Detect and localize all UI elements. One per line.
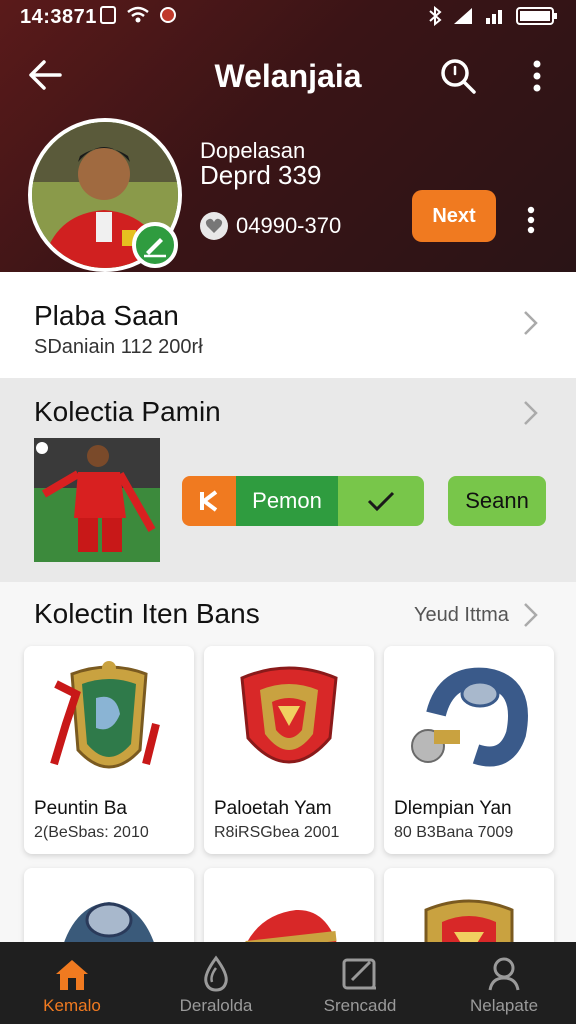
edit-avatar-button[interactable]: [132, 222, 178, 268]
profile-stat: 04990-370: [200, 212, 341, 240]
nav-label: Nelapate: [469, 996, 539, 1015]
section-plaba-saan[interactable]: Plaba Saan SDaniain 112 200rł: [0, 272, 576, 378]
record-icon: [160, 7, 176, 23]
nav-label: Srencadd: [323, 996, 397, 1015]
player-action-image[interactable]: [34, 438, 160, 562]
shield-dragon-icon: [50, 661, 160, 769]
k-arrow-icon: [200, 490, 218, 512]
signal-icon-2: [486, 10, 502, 24]
wifi-icon: [127, 6, 149, 23]
profile-subtitle: Deprd 339: [200, 160, 322, 190]
status-right-icons: [428, 6, 558, 26]
edit-icon: [342, 958, 376, 990]
profile-more-button[interactable]: [516, 200, 546, 240]
profile-header: 14:3871 Welanjaia Dopelasan Deprd 339 04…: [0, 0, 576, 272]
profile-icon: [488, 957, 520, 991]
notification-icon: [100, 6, 116, 24]
item-subtitle: 2(BeSbas: 2010: [34, 824, 149, 841]
nav-label: Kemalo: [43, 996, 101, 1015]
section-kolectin-iten-bans: Kolectin Iten Bans Yeud Ittma Peuntin Ba…: [0, 582, 576, 958]
drop-icon: [204, 955, 228, 992]
item-card[interactable]: Peuntin Ba 2(BeSbas: 2010: [24, 646, 194, 854]
toggle-label: Pemon: [236, 476, 338, 526]
chevron-right-icon[interactable]: [518, 398, 542, 428]
item-subtitle: R8iRSGbea 2001: [214, 824, 340, 841]
section-subtitle: SDaniain 112 200rł: [34, 336, 203, 358]
edit-icon: [144, 238, 166, 258]
bottom-navigation: Kemalo Deralolda Srencadd Nelapate: [0, 942, 576, 1024]
more-options-button[interactable]: [522, 56, 552, 96]
status-time: 14:3871: [20, 6, 97, 28]
next-button[interactable]: Next: [412, 190, 496, 242]
item-card[interactable]: Paloetah Yam R8iRSGbea 2001: [204, 646, 374, 854]
view-all-link[interactable]: Yeud Ittma: [414, 604, 509, 627]
battery-icon: [516, 7, 557, 25]
item-title: Paloetah Yam: [214, 798, 332, 819]
page-title: Welanjaia: [214, 58, 362, 94]
profile-stat-value: 04990-370: [236, 213, 342, 238]
pemon-toggle[interactable]: Pemon: [182, 476, 424, 526]
scan-button[interactable]: Seann: [448, 476, 546, 526]
toggle-left-segment[interactable]: [182, 476, 236, 526]
section-kolectia-pamin: Kolectia Pamin Pemon Seann: [0, 378, 576, 582]
nav-item-deralolda[interactable]: Deralolda: [144, 942, 288, 1024]
item-card[interactable]: Dlempian Yan 80 B3Bana 7009: [384, 646, 554, 854]
item-title: Dlempian Yan: [394, 798, 512, 819]
status-left-icons: [100, 6, 176, 24]
item-subtitle: 80 B3Bana 7009: [394, 824, 514, 841]
section-title: Kolectin Iten Bans: [34, 598, 260, 629]
section-title: Kolectia Pamin: [34, 396, 221, 427]
heart-icon: [200, 212, 228, 240]
signal-icon: [454, 8, 472, 24]
chevron-right-icon: [524, 311, 538, 335]
chevron-right-icon[interactable]: [518, 600, 542, 630]
item-title: Peuntin Ba: [34, 798, 127, 819]
search-button[interactable]: [436, 54, 480, 98]
bluetooth-icon: [429, 6, 442, 26]
nav-item-nelapate[interactable]: Nelapate: [432, 942, 576, 1024]
check-icon: [367, 491, 395, 512]
toggle-check-segment[interactable]: [338, 476, 424, 526]
nav-item-srencadd[interactable]: Srencadd: [288, 942, 432, 1024]
more-vert-icon: [533, 60, 541, 92]
home-icon: [56, 960, 88, 990]
more-vert-icon: [527, 206, 535, 234]
section-title: Plaba Saan: [34, 300, 179, 331]
red-shield-icon: [240, 666, 338, 764]
item-grid: Peuntin Ba 2(BeSbas: 2010 Paloetah Yam R…: [24, 646, 554, 958]
app-screen: 14:3871 Welanjaia Dopelasan Deprd 339 04…: [0, 0, 576, 1024]
nav-label: Deralolda: [179, 996, 253, 1015]
blue-ring-icon: [411, 667, 528, 767]
status-bar: 14:3871: [0, 0, 576, 34]
search-icon: [441, 59, 476, 94]
nav-item-home[interactable]: Kemalo: [0, 942, 144, 1024]
